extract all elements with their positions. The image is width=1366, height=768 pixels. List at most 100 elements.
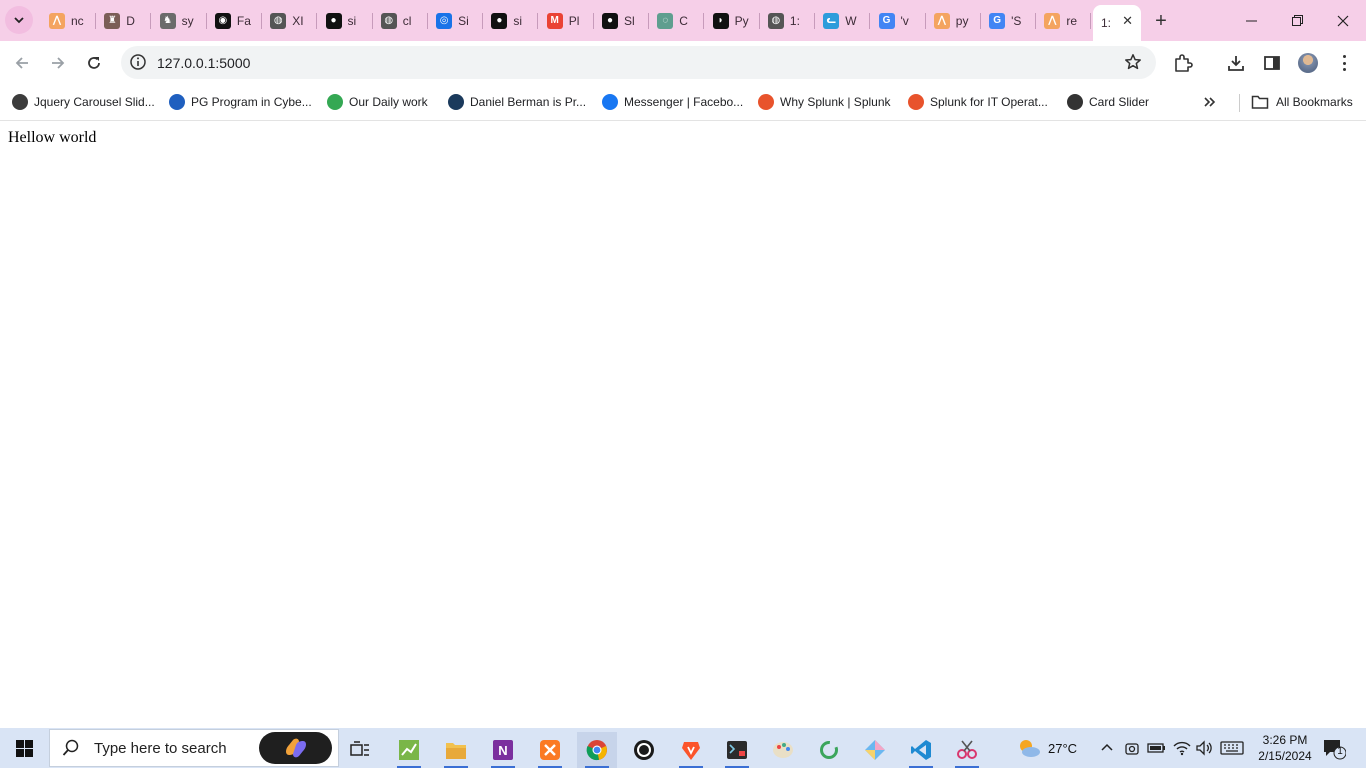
folder-icon — [1251, 95, 1269, 109]
show-hidden-icons-button[interactable] — [1100, 728, 1114, 768]
restore-button[interactable] — [1274, 0, 1320, 41]
tab-title: Si — [458, 13, 469, 28]
weather-widget[interactable]: 27°C — [1016, 728, 1077, 768]
back-button[interactable] — [8, 49, 36, 77]
browser-tab[interactable]: ● Sl — [594, 5, 649, 36]
bookmark-favicon-icon — [1067, 94, 1083, 110]
tab-title: 1: — [1101, 16, 1112, 30]
search-placeholder: Type here to search — [94, 739, 227, 757]
camera-icon — [1125, 743, 1139, 755]
menu-dot — [1342, 55, 1346, 58]
browser-tab[interactable]: ◉ Fa — [207, 5, 262, 36]
address-bar[interactable]: 127.0.0.1:5000 — [121, 46, 1156, 79]
browser-tab[interactable]: ◍ 1: — [760, 5, 815, 36]
reload-button[interactable] — [80, 49, 108, 77]
browser-tab[interactable]: ♞ sy — [152, 5, 207, 36]
minimize-button[interactable] — [1228, 0, 1274, 41]
active-tab[interactable]: 1: ✕ — [1093, 5, 1141, 41]
tab-favicon-icon: ◎ — [436, 12, 453, 29]
chevron-double-right-icon — [1204, 97, 1216, 107]
taskview-icon — [350, 741, 369, 756]
bookmark-favicon-icon — [169, 94, 185, 110]
tab-search-button[interactable] — [5, 6, 33, 34]
browser-tab[interactable]: ⋀ nc — [41, 5, 96, 36]
downloads-button[interactable] — [1225, 52, 1247, 74]
browser-tab[interactable]: ● si — [483, 5, 539, 36]
close-window-button[interactable] — [1320, 0, 1366, 41]
tab-title: py — [955, 13, 969, 28]
taskbar-app-snip[interactable] — [947, 732, 987, 768]
battery-charging-icon — [1147, 743, 1165, 753]
close-tab-icon[interactable]: ✕ — [1122, 13, 1133, 29]
meet-now-icon[interactable] — [1124, 728, 1140, 768]
all-bookmarks-button[interactable]: All Bookmarks — [1251, 92, 1353, 112]
clock-date: 2/15/2024 — [1258, 749, 1312, 763]
browser-tab[interactable]: ◗ Py — [705, 5, 760, 36]
taskbar-app-xampp[interactable] — [530, 732, 570, 768]
new-tab-button[interactable]: + — [1148, 8, 1174, 34]
onenote-icon: N — [493, 740, 513, 760]
taskbar-app-whatsapp[interactable] — [624, 732, 664, 768]
bookmark-item[interactable]: Our Daily work — [327, 92, 428, 112]
bookmark-item[interactable]: Jquery Carousel Slid... — [12, 92, 155, 112]
tab-favicon-icon: ⋀ — [49, 12, 65, 29]
taskview-button[interactable] — [340, 732, 380, 768]
browser-tab[interactable]: ⋀ py — [926, 5, 981, 36]
taskbar-app-onenote[interactable]: N — [483, 732, 523, 768]
network-icon[interactable] — [1173, 728, 1191, 768]
taskbar-app-vscode[interactable] — [901, 732, 941, 768]
forward-button[interactable] — [44, 49, 72, 77]
notification-center-button[interactable]: 1 — [1322, 738, 1347, 760]
tab-favicon-icon: M — [546, 12, 563, 29]
taskbar-app-terminal[interactable] — [717, 732, 757, 768]
taskbar-app-chrome[interactable] — [577, 732, 617, 768]
browser-tab[interactable]: ● si — [318, 5, 373, 36]
bookmark-item[interactable]: Daniel Berman is Pr... — [448, 92, 586, 112]
tab-title: W — [845, 13, 857, 28]
bookmark-favicon-icon — [327, 94, 343, 110]
more-bookmarks-button[interactable] — [1203, 92, 1217, 112]
copilot-button[interactable] — [259, 732, 332, 764]
browser-tab[interactable]: ᓚW — [815, 5, 871, 36]
bookmark-item[interactable]: Why Splunk | Splunk — [758, 92, 891, 112]
browser-tab[interactable]: G 'v — [871, 5, 926, 36]
volume-icon[interactable] — [1195, 728, 1213, 768]
touch-keyboard-icon[interactable] — [1220, 728, 1244, 768]
battery-icon[interactable] — [1147, 728, 1167, 768]
profile-avatar[interactable] — [1298, 53, 1318, 73]
taskbar-app-diamond[interactable] — [855, 732, 895, 768]
browser-tab[interactable]: M Pl — [539, 5, 594, 36]
site-info-icon[interactable] — [129, 53, 147, 71]
taskbar-app-explorer[interactable] — [436, 732, 476, 768]
taskbar-app-brave[interactable] — [671, 732, 711, 768]
tab-title: si — [513, 13, 523, 28]
browser-tab[interactable]: ♜ D — [96, 5, 152, 36]
tab-title: 'S — [1011, 13, 1022, 28]
browser-tab[interactable]: ◍ XI — [262, 5, 318, 36]
arrow-left-icon — [15, 57, 28, 69]
taskbar-app-paint[interactable] — [763, 732, 803, 768]
bookmark-item[interactable]: Messenger | Facebo... — [602, 92, 743, 112]
bookmark-item[interactable]: Splunk for IT Operat... — [908, 92, 1048, 112]
browser-tab[interactable]: G 'S — [981, 5, 1037, 36]
reload-icon — [88, 57, 100, 69]
taskbar-app-stock[interactable] — [389, 732, 429, 768]
bookmark-star-icon[interactable] — [1124, 53, 1142, 71]
bookmark-item[interactable]: PG Program in Cybe... — [169, 92, 312, 112]
tab-title: 'v — [900, 13, 909, 28]
browser-tab[interactable]: ⋀ re — [1036, 5, 1092, 36]
url-text[interactable]: 127.0.0.1:5000 — [157, 55, 250, 71]
system-clock[interactable]: 3:26 PM 2/15/2024 — [1254, 732, 1316, 764]
start-button[interactable] — [0, 728, 48, 768]
bookmark-item[interactable]: Card Slider — [1067, 92, 1149, 112]
extensions-button[interactable] — [1172, 52, 1194, 74]
browser-menu-button[interactable] — [1336, 53, 1352, 73]
tab-title: Pl — [568, 13, 580, 28]
browser-tab[interactable]: ◍ cl — [373, 5, 428, 36]
browser-tab[interactable]: ◌ C — [649, 5, 705, 36]
ring-app-icon — [820, 741, 838, 759]
taskbar-app-green[interactable] — [809, 732, 849, 768]
side-panel-button[interactable] — [1261, 52, 1283, 74]
browser-tab[interactable]: ◎ Si — [428, 5, 484, 36]
bookmark-label: Our Daily work — [349, 95, 428, 109]
